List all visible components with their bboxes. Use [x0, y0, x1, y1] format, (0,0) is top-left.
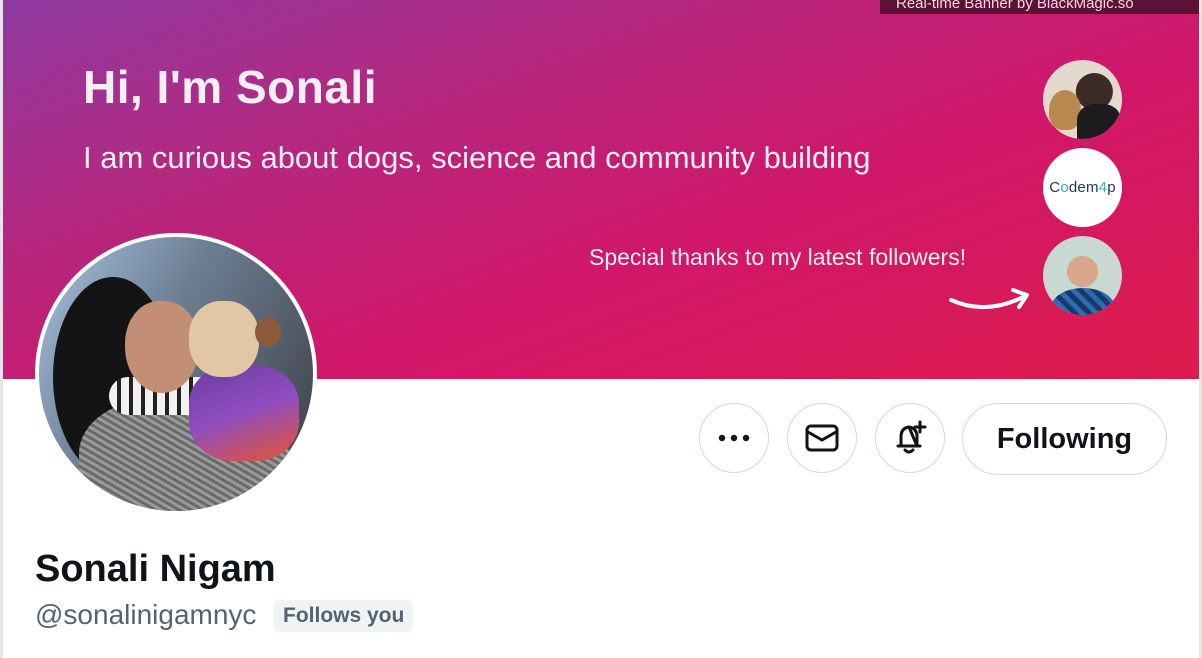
envelope-icon: [805, 424, 839, 452]
person-figure: [1077, 104, 1121, 139]
photo-dog-head: [189, 301, 259, 377]
banner-tagline: I am curious about dogs, science and com…: [83, 140, 871, 175]
photo-dog-sweater: [189, 365, 299, 461]
photo-face: [125, 301, 199, 393]
follower-avatar-2: Codem4p: [1043, 148, 1122, 227]
shirt-figure: [1051, 288, 1115, 315]
follower-avatar-1: [1043, 60, 1122, 139]
banner-greeting: Hi, I'm Sonali: [83, 61, 377, 113]
bell-plus-icon: [896, 420, 927, 454]
profile-handle: @sonalinigamnyc: [35, 599, 257, 630]
codem4p-logo: Codem4p: [1049, 179, 1116, 196]
banner-thanks-text: Special thanks to my latest followers!: [589, 244, 967, 270]
following-button[interactable]: Following: [962, 403, 1167, 475]
follower-avatar-3: [1043, 236, 1122, 315]
profile-display-name: Sonali Nigam: [35, 548, 276, 590]
notifications-button[interactable]: [875, 403, 945, 473]
more-icon: [718, 434, 750, 442]
curved-arrow-icon: [949, 288, 1029, 310]
follows-you-badge: Follows you: [274, 600, 414, 632]
message-button[interactable]: [787, 403, 857, 473]
profile-avatar[interactable]: [35, 233, 317, 515]
photo-dog-ear: [255, 317, 281, 347]
avatar-photo: [39, 237, 313, 511]
banner-credit[interactable]: Real-time Banner by BlackMagic.so: [880, 0, 1199, 14]
more-button[interactable]: [699, 403, 769, 473]
